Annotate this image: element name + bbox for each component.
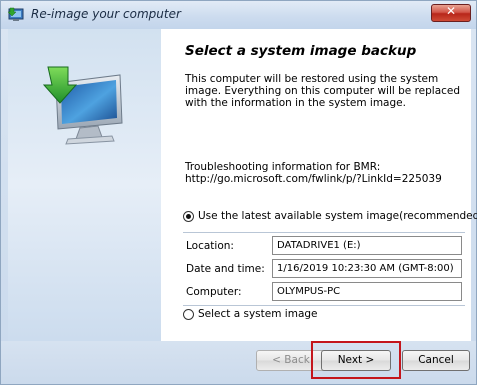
- troubleshooting-info: Troubleshooting information for BMR: htt…: [185, 161, 465, 185]
- radio-latest-image[interactable]: [183, 210, 194, 222]
- cancel-button[interactable]: Cancel: [402, 350, 470, 371]
- content-pane: Select a system image backup This comput…: [161, 29, 477, 341]
- option-select-image-label: Select a system image: [198, 308, 318, 320]
- button-bar: < Back Next > Cancel: [1, 341, 476, 384]
- radio-select-image[interactable]: [183, 308, 194, 320]
- page-title: Select a system image backup: [185, 43, 417, 59]
- option-latest-image[interactable]: Use the latest available system image(re…: [183, 210, 477, 222]
- troubleshooting-label: Troubleshooting information for BMR:: [185, 161, 381, 173]
- computer-label: Computer:: [186, 286, 242, 298]
- location-row: Location: DATADRIVE1 (E:): [186, 236, 464, 256]
- datetime-row: Date and time: 1/16/2019 10:23:30 AM (GM…: [186, 259, 464, 279]
- description-text: This computer will be restored using the…: [185, 73, 461, 109]
- next-button-highlight: [311, 341, 401, 379]
- location-label: Location:: [186, 240, 234, 252]
- close-icon: ✕: [445, 4, 457, 18]
- location-value: DATADRIVE1 (E:): [272, 236, 462, 255]
- option-select-image[interactable]: Select a system image: [183, 308, 318, 320]
- left-panel: [8, 29, 161, 341]
- close-button[interactable]: ✕: [431, 4, 471, 22]
- computer-row: Computer: OLYMPUS-PC: [186, 282, 464, 302]
- computer-value: OLYMPUS-PC: [272, 282, 462, 301]
- datetime-value: 1/16/2019 10:23:30 AM (GMT-8:00): [272, 259, 462, 278]
- datetime-label: Date and time:: [186, 263, 265, 275]
- troubleshooting-link: http://go.microsoft.com/fwlink/p/?LinkId…: [185, 173, 442, 185]
- monitor-restore-icon: [42, 65, 126, 145]
- title-bar[interactable]: Re-image your computer ✕: [1, 1, 476, 29]
- reimage-window: Re-image your computer ✕ Select a system…: [0, 0, 477, 385]
- option-latest-image-label: Use the latest available system image(re…: [198, 210, 477, 222]
- window-title: Re-image your computer: [31, 7, 181, 21]
- reimage-app-icon: [7, 7, 25, 23]
- image-details: Location: DATADRIVE1 (E:) Date and time:…: [183, 232, 465, 306]
